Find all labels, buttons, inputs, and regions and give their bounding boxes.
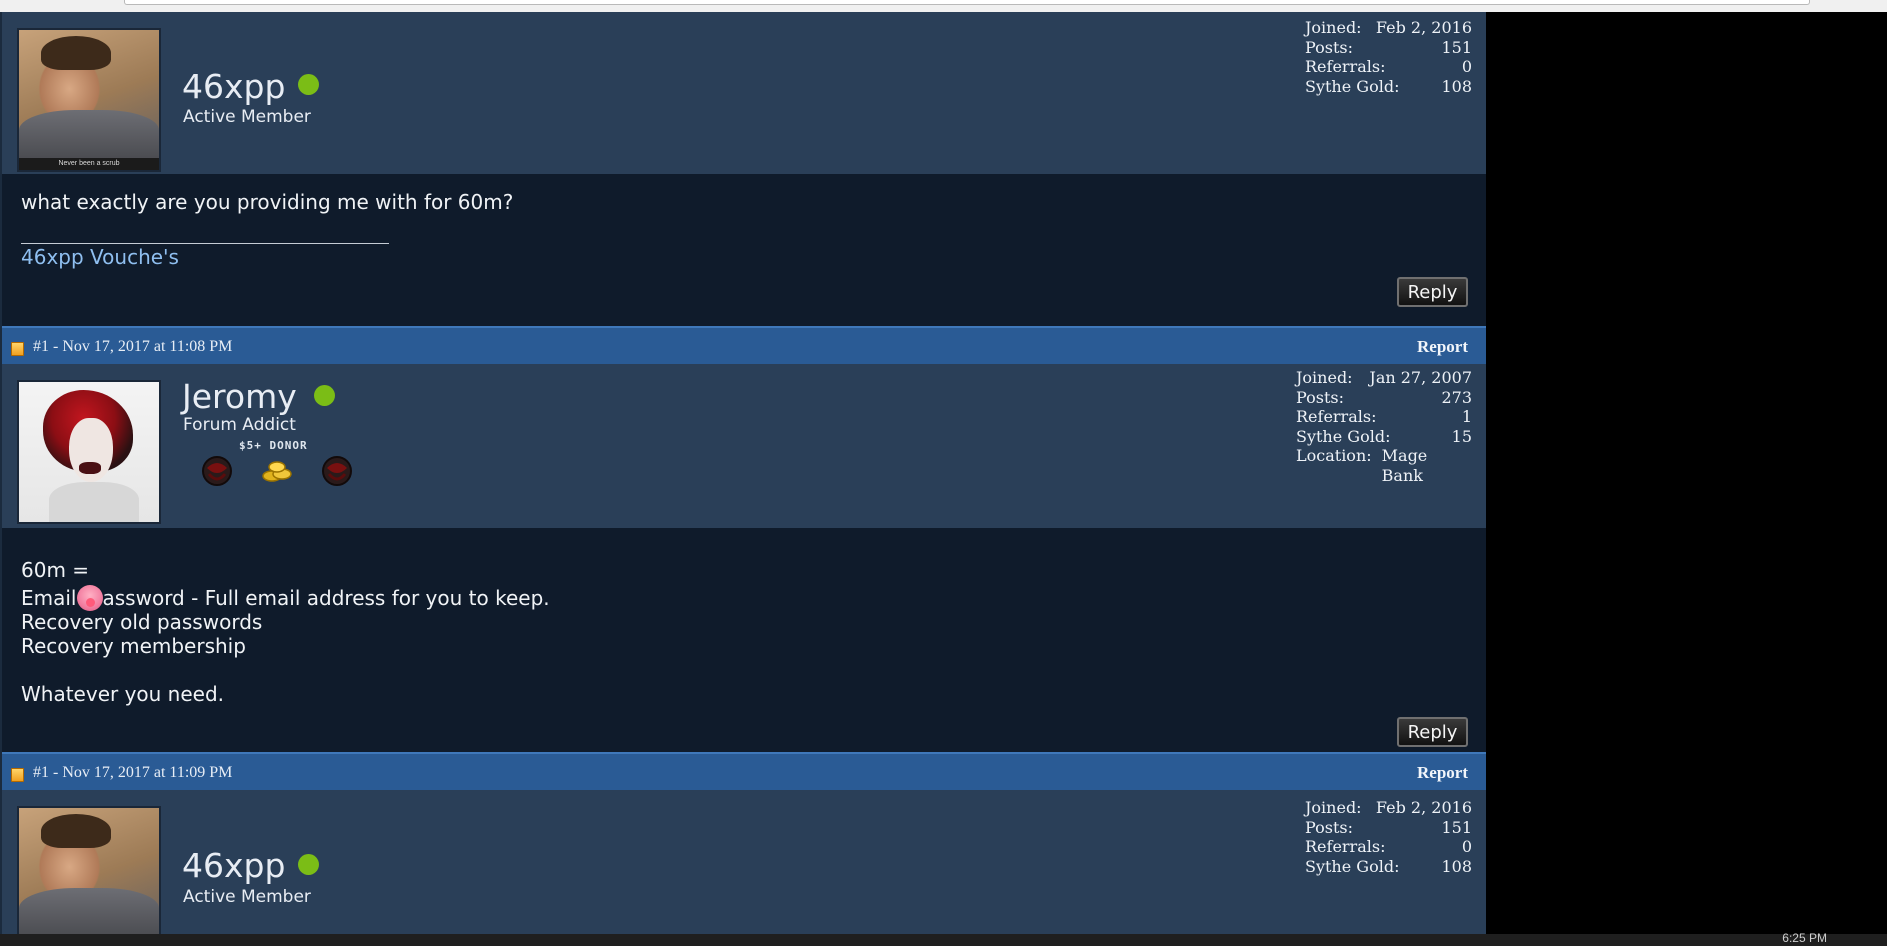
stat-joined: Joined: Feb 2, 2016 <box>1305 798 1472 817</box>
user-title: Active Member <box>183 887 311 907</box>
report-link[interactable]: Report <box>1417 763 1468 783</box>
post-text-line: Whatever you need. <box>21 682 225 706</box>
online-status-icon <box>298 74 319 95</box>
online-status-icon <box>298 854 319 875</box>
post-text-line: Recovery membership <box>21 634 246 658</box>
user-stats: Joined: Jan 27, 2007 Posts: 273 Referrals:… <box>1296 368 1472 485</box>
stat-joined: Joined: Jan 27, 2007 <box>1296 368 1472 387</box>
post-header: #1 - Nov 17, 2017 at 11:08 PM Report <box>2 326 1486 364</box>
donor-badge-label: $5+ DONOR <box>239 439 308 452</box>
stat-posts: Posts: 151 <box>1305 37 1472 57</box>
post-icon <box>11 342 24 356</box>
avatar-hair <box>41 814 111 848</box>
avatar-caption: Never been a scrub <box>19 158 159 170</box>
post-body: what exactly are you providing me with f… <box>2 174 1486 326</box>
online-status-icon <box>314 385 335 406</box>
user-title: Forum Addict <box>183 415 296 435</box>
gold-coins-award-icon[interactable] <box>260 454 294 488</box>
post-text-fragment: assword - Full email address for you to … <box>102 586 550 610</box>
avatar[interactable]: Never been a scrub <box>17 28 161 172</box>
stat-posts: Posts: 151 <box>1305 817 1472 837</box>
rune-award-icon[interactable] <box>200 454 234 488</box>
post-userinfo: 46xpp Active Member Joined: Feb 2, 2016 P… <box>2 790 1486 934</box>
stat-referrals: Referrals: 1 <box>1296 407 1472 426</box>
signature-divider <box>21 243 389 244</box>
reply-button[interactable]: Reply <box>1397 717 1468 747</box>
post-header: #1 - Nov 17, 2017 at 11:09 PM Report <box>2 752 1486 790</box>
username[interactable]: Jeromy <box>182 377 297 416</box>
post-body: 60m = Email assword - Full email address … <box>2 528 1486 752</box>
browser-top-strip <box>0 0 1887 12</box>
empty-side-panel <box>1486 12 1887 934</box>
post-text-line: 60m = <box>21 558 90 582</box>
post-text: what exactly are you providing me with f… <box>21 190 514 214</box>
user-stats: Joined: Feb 2, 2016 Posts: 151 Referrals: 0… <box>1305 798 1472 876</box>
post-userinfo: Jeromy Forum Addict $5+ DONOR Joined: Jan… <box>2 364 1486 528</box>
user-title: Active Member <box>183 107 311 127</box>
user-stats: Joined: Feb 2, 2016 Posts: 151 Referrals: 0… <box>1305 18 1472 96</box>
avatar-shirt <box>19 888 159 934</box>
stat-referrals: Referrals: 0 <box>1305 57 1472 76</box>
post-userinfo: Never been a scrub 46xpp Active Member J… <box>2 12 1486 174</box>
username[interactable]: 46xpp <box>182 67 285 106</box>
forum-thread: Never been a scrub 46xpp Active Member J… <box>0 12 1486 934</box>
post-text-line: Recovery old passwords <box>21 610 263 634</box>
avatar[interactable] <box>17 806 161 934</box>
address-bar[interactable] <box>124 0 1810 5</box>
stat-posts: Posts: 273 <box>1296 387 1472 407</box>
username[interactable]: 46xpp <box>182 846 285 885</box>
stat-joined: Joined: Feb 2, 2016 <box>1305 18 1472 37</box>
avatar[interactable] <box>17 380 161 524</box>
rune-award-icon[interactable] <box>320 454 354 488</box>
taskbar-clock: 6:25 PM <box>1782 931 1827 945</box>
post-number-date[interactable]: #1 - Nov 17, 2017 at 11:08 PM <box>33 338 232 356</box>
avatar-hair <box>41 36 111 70</box>
post-icon <box>11 768 24 782</box>
avatar-shirt <box>19 110 159 160</box>
post-number-date[interactable]: #1 - Nov 17, 2017 at 11:09 PM <box>33 764 232 782</box>
stat-gold: Sythe Gold: 108 <box>1305 856 1472 876</box>
stat-gold: Sythe Gold: 15 <box>1296 426 1472 446</box>
stat-referrals: Referrals: 0 <box>1305 837 1472 856</box>
stat-location: Location: Mage Bank <box>1296 446 1428 485</box>
taskbar: 6:25 PM <box>0 931 1887 946</box>
reply-button[interactable]: Reply <box>1397 277 1468 307</box>
signature-vouches-link[interactable]: 46xpp Vouche's <box>21 245 179 269</box>
stat-gold: Sythe Gold: 108 <box>1305 76 1472 96</box>
tongue-emoji-icon <box>76 585 103 611</box>
avatar-mouth <box>79 462 101 474</box>
post-text-line: Email assword - Full email address for yo… <box>21 585 550 611</box>
report-link[interactable]: Report <box>1417 337 1468 357</box>
post-text-fragment: Email <box>21 586 77 610</box>
avatar-body <box>49 482 139 522</box>
